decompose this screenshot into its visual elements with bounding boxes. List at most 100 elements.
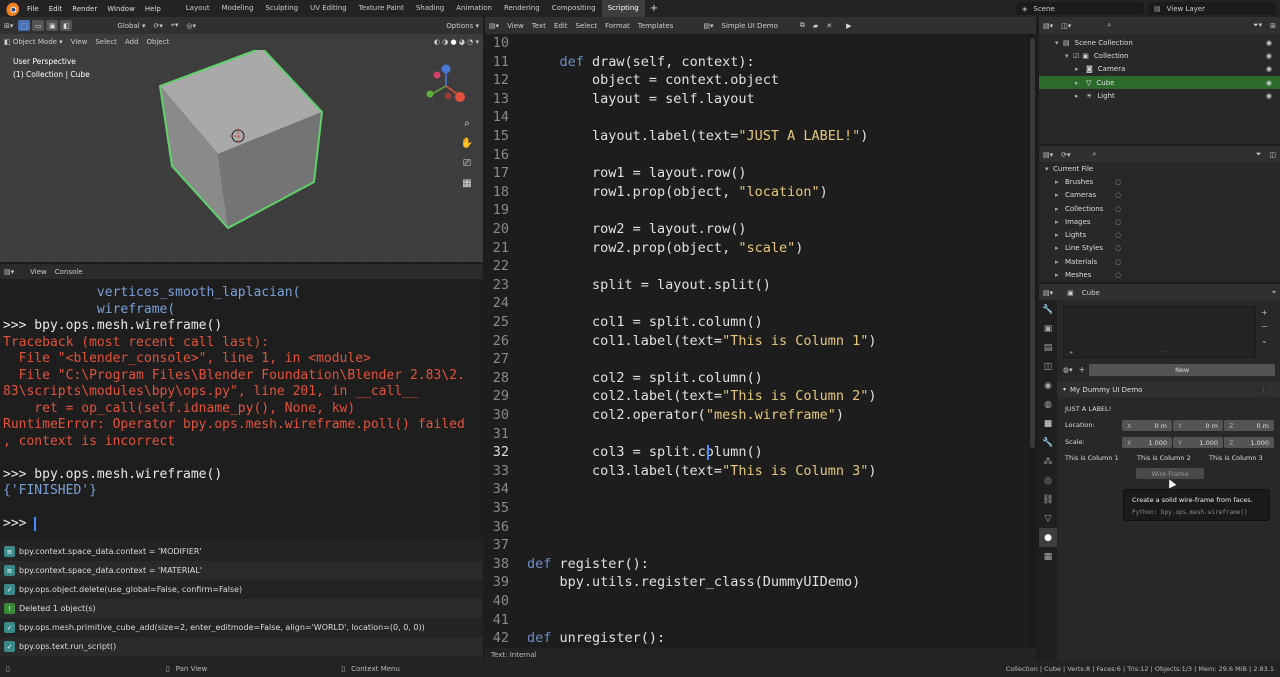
blend-collapse-icon[interactable]: ◫ [1265,151,1280,159]
info-row[interactable]: ≡ bpy.context.space_data.context = 'MATER… [0,561,483,580]
outliner-row-collection[interactable]: ▾ ☑ ▣ Collection ◉ [1039,49,1280,62]
scene-tab-icon[interactable]: ◉ [1039,376,1057,395]
visibility-eye-icon[interactable]: ◉ [1266,39,1272,47]
menu-help[interactable]: Help [140,5,166,13]
text-file-icon[interactable]: ▤▾ [699,22,717,30]
viewport-menu-object[interactable]: Object [143,38,174,46]
list-resize-handle[interactable]: ⋯ [1160,348,1166,355]
add-slot-icon[interactable]: + [1261,306,1268,320]
tool-tab-icon[interactable]: 🔧 [1039,300,1057,319]
loc-x-field[interactable]: X 0 m [1122,420,1172,431]
text-editor[interactable]: 10 11 def draw(self, context): 12 object =… [485,34,1036,648]
duplicate-text-icon[interactable]: ⧉ [796,21,809,30]
visibility-eye-icon[interactable]: ◉ [1266,52,1272,60]
scale-y-field[interactable]: Y 1.000 [1173,437,1223,448]
text-menu-templates[interactable]: Templates [634,22,678,30]
blend-search-icon[interactable]: ⌕ [1089,150,1101,159]
outliner-row-light[interactable]: ▸ ☀ Light ◉ [1039,89,1280,102]
text-scrollbar[interactable] [1029,34,1036,648]
browse-material-icon[interactable]: ◍▾ [1063,366,1073,374]
console-menu-view[interactable]: View [26,268,51,276]
viewport-menu-select[interactable]: Select [91,38,121,46]
blend-filter-icon[interactable]: ⏷ [1252,150,1266,159]
scene-selector[interactable]: ◈ Scene [1016,2,1144,15]
pivot-icon[interactable]: ⟳▾ [149,22,166,30]
viewport-menu-add[interactable]: Add [121,38,143,46]
visibility-eye-icon[interactable]: ◉ [1266,79,1272,87]
view-layer-tab-icon[interactable]: ◫ [1039,357,1057,376]
select-invert-icon[interactable]: ◧ [60,20,73,31]
loc-z-field[interactable]: Z 0 m [1224,420,1274,431]
blend-row-meshes[interactable]: ▸ Meshes ◌ [1039,268,1280,281]
blend-row-brushes[interactable]: ▸ Brushes ◌ [1039,175,1280,188]
wireframe-button[interactable]: Wire Frame [1136,468,1204,479]
display-mode-icon[interactable]: ◫▾ [1057,22,1075,30]
blend-row-cameras[interactable]: ▸ Cameras ◌ [1039,189,1280,202]
shading-icons[interactable]: ◐ ◑ ● ◕ ◔ ▾ [430,38,483,46]
text-menu-view[interactable]: View [503,22,528,30]
world-tab-icon[interactable]: ◍ [1039,395,1057,414]
mode-dropdown[interactable]: ◧ Object Mode ▾ [0,38,67,46]
options-dropdown[interactable]: Options ▾ [442,22,483,30]
select-mode-icon[interactable]: ▣ [46,20,59,31]
outliner-row-scene-collection[interactable]: ▾ ▤ Scene Collection ◉ [1039,36,1280,49]
open-folder-icon[interactable]: ▰ [809,22,822,30]
outliner[interactable]: ▾ ▤ Scene Collection ◉ ▾ ☑ ▣ Collection ◉ ▸ ◙ Camer… [1039,34,1280,144]
tab-modeling[interactable]: Modeling [216,0,260,17]
texture-tab-icon[interactable]: ▦ [1039,547,1057,566]
view-layer-selector[interactable]: ▤ View Layer [1148,2,1276,15]
blender-logo-icon[interactable] [5,1,19,16]
scale-z-field[interactable]: Z 1.000 [1224,437,1274,448]
outliner-row-cube[interactable]: ▸ ▽ Cube ◉ [1039,75,1280,90]
outliner-type-icon[interactable]: ▤▾ [1039,22,1057,30]
text-menu-format[interactable]: Format [601,22,634,30]
info-row[interactable]: ✓ bpy.ops.text.run_script() [0,637,483,656]
tab-rendering[interactable]: Rendering [498,0,546,17]
blend-root-row[interactable]: ▾ Current File [1039,162,1280,175]
menu-window[interactable]: Window [102,5,140,13]
object-tab-icon[interactable]: ■ [1039,414,1057,433]
menu-render[interactable]: Render [67,5,102,13]
viewport-menu-view[interactable]: View [67,38,92,46]
slot-menu-icon[interactable]: ⌄ [1261,334,1268,348]
grid-view-icon[interactable]: ▦ [460,174,474,194]
data-tab-icon[interactable]: ▽ [1039,509,1057,528]
dummy-panel-header[interactable]: ▾ My Dummy UI Demo ⋮⋮ [1057,382,1280,397]
panel-drag-icon[interactable]: ⋮⋮ [1260,386,1274,394]
proportional-icon[interactable]: ◎▾ [182,22,200,30]
pan-hand-icon[interactable]: ✋ [460,134,474,154]
select-tool-icon[interactable]: ⬚ [18,20,31,31]
info-row[interactable]: ✓ bpy.ops.object.delete(use_global=False,… [0,580,483,599]
loc-y-field[interactable]: Y 0 m [1173,420,1223,431]
close-text-icon[interactable]: ✕ [822,22,836,30]
outliner-row-camera[interactable]: ▸ ◙ Camera ◉ [1039,63,1280,76]
material-tab-icon[interactable]: ● [1039,528,1057,547]
info-log[interactable]: ≡ bpy.context.space_data.context = 'MODIF… [0,540,483,661]
properties-editor[interactable]: 🔧 ▣ ▤ ◫ ◉ ◍ ■ 🔧 ⁂ ◎ ⛓ ▽ ● ▦ ▸ ⋯ + − ⌄ ◍▾… [1039,300,1280,661]
tab-sculpting[interactable]: Sculpting [259,0,304,17]
outliner-new-collection-icon[interactable]: ⊞ [1266,22,1280,30]
blend-row-collections[interactable]: ▸ Collections ◌ [1039,202,1280,215]
exclude-checkbox-icon[interactable]: ☑ [1073,52,1079,60]
blend-type-icon[interactable]: ▤▾ [1039,151,1057,159]
visibility-eye-icon[interactable]: ◉ [1266,65,1272,73]
blend-row-materials[interactable]: ▸ Materials ◌ [1039,255,1280,268]
orientation-dropdown[interactable]: Global ▾ [113,22,149,30]
tab-texture-paint[interactable]: Texture Paint [353,0,410,17]
remove-slot-icon[interactable]: − [1261,320,1268,334]
run-script-icon[interactable]: ▶ [842,22,855,30]
properties-pin-icon[interactable]: ⌖ [1268,288,1280,297]
menu-edit[interactable]: Edit [44,5,68,13]
console-editor-icon[interactable]: ▤▾ [0,268,18,276]
tab-animation[interactable]: Animation [450,0,498,17]
text-menu-text[interactable]: Text [528,22,550,30]
zoom-icon[interactable]: ⌕ [460,114,474,134]
info-row[interactable]: ≡ bpy.context.space_data.context = 'MODIF… [0,542,483,561]
info-row[interactable]: ! Deleted 1 object(s) [0,599,483,618]
particles-tab-icon[interactable]: ⁂ [1039,452,1057,471]
blend-file-browser[interactable]: ▾ Current File ▸ Brushes ◌ ▸ Cameras ◌ ▸ Collec… [1039,162,1280,282]
tab-scripting[interactable]: Scripting [601,0,645,17]
tab-shading[interactable]: Shading [410,0,450,17]
blend-row-line-styles[interactable]: ▸ Line Styles ◌ [1039,242,1280,255]
console-menu-console[interactable]: Console [51,268,87,276]
